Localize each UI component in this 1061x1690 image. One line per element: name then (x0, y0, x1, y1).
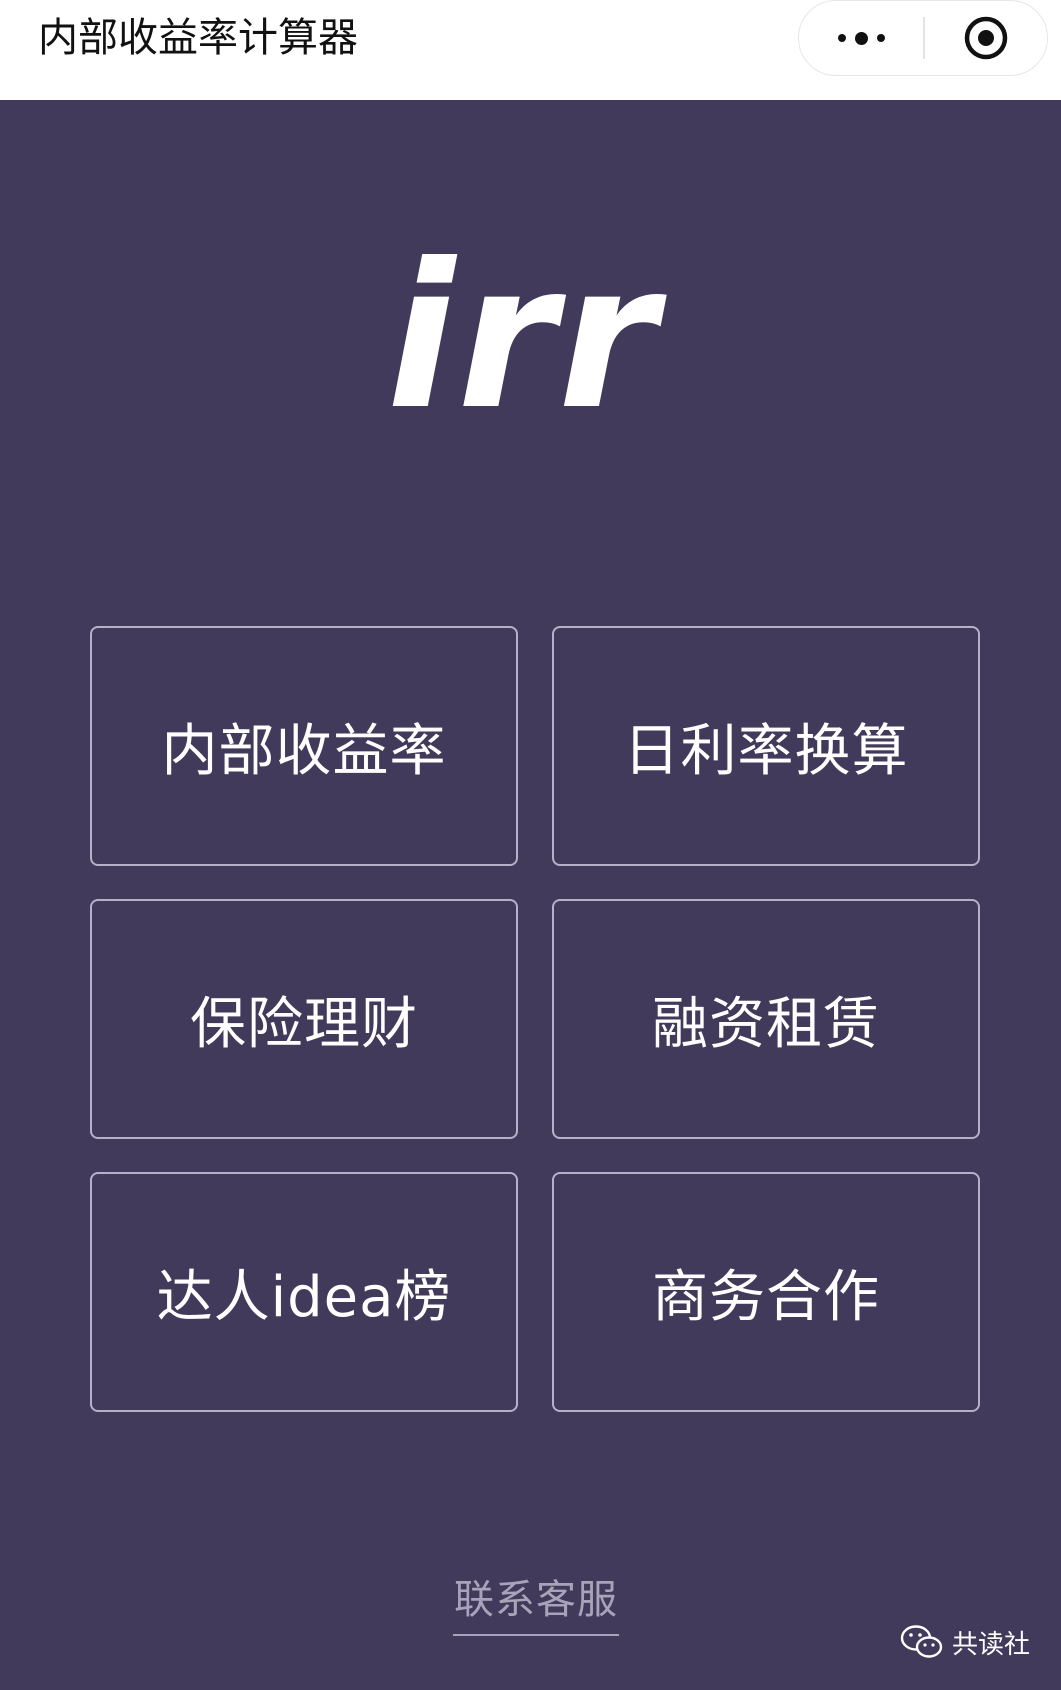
wechat-icon (900, 1625, 943, 1658)
menu-item-daily-rate[interactable]: 日利率换算 (552, 626, 980, 866)
close-button[interactable] (925, 1, 1047, 75)
menu-item-idea-ranking[interactable]: 达人idea榜 (90, 1172, 518, 1412)
watermark-text: 共读社 (952, 1629, 1031, 1660)
more-dots-icon (837, 31, 885, 45)
logo-text: irr (386, 221, 659, 454)
contact-support-link[interactable]: 联系客服 (453, 1574, 619, 1636)
menu-item-leasing[interactable]: 融资租赁 (552, 899, 980, 1139)
menu-grid: 内部收益率 日利率换算 保险理财 融资租赁 达人idea榜 商务合作 (90, 626, 982, 1412)
mini-program-capsule (798, 0, 1048, 76)
target-circle-icon (964, 16, 1008, 60)
contact-underline (453, 1634, 619, 1636)
watermark: 共读社 (900, 1622, 1030, 1662)
menu-item-irr[interactable]: 内部收益率 (90, 626, 518, 866)
contact-support-label: 联系客服 (454, 1577, 618, 1623)
nav-bar: 内部收益率计算器 (0, 0, 1061, 100)
irr-logo: irr (0, 238, 1061, 438)
page-title: 内部收益率计算器 (38, 15, 358, 61)
menu-item-business[interactable]: 商务合作 (552, 1172, 980, 1412)
more-button[interactable] (799, 1, 923, 75)
menu-item-insurance[interactable]: 保险理财 (90, 899, 518, 1139)
